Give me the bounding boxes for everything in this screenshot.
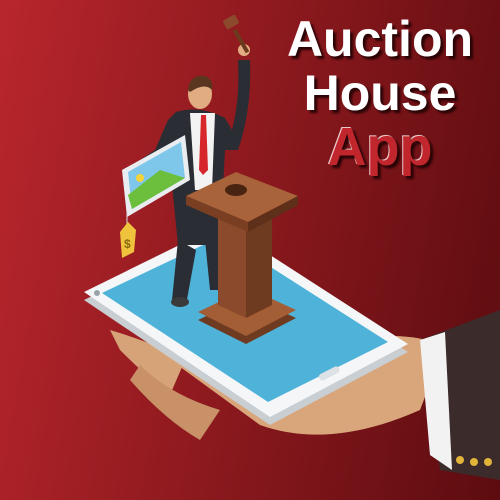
price-tag-icon: $	[120, 212, 136, 258]
price-tag-symbol: $	[124, 237, 131, 251]
gavel-icon	[223, 14, 250, 54]
title-line-auction: Auction	[286, 11, 474, 67]
title-line-house: House	[303, 65, 457, 121]
title-line-app: App	[327, 117, 433, 177]
